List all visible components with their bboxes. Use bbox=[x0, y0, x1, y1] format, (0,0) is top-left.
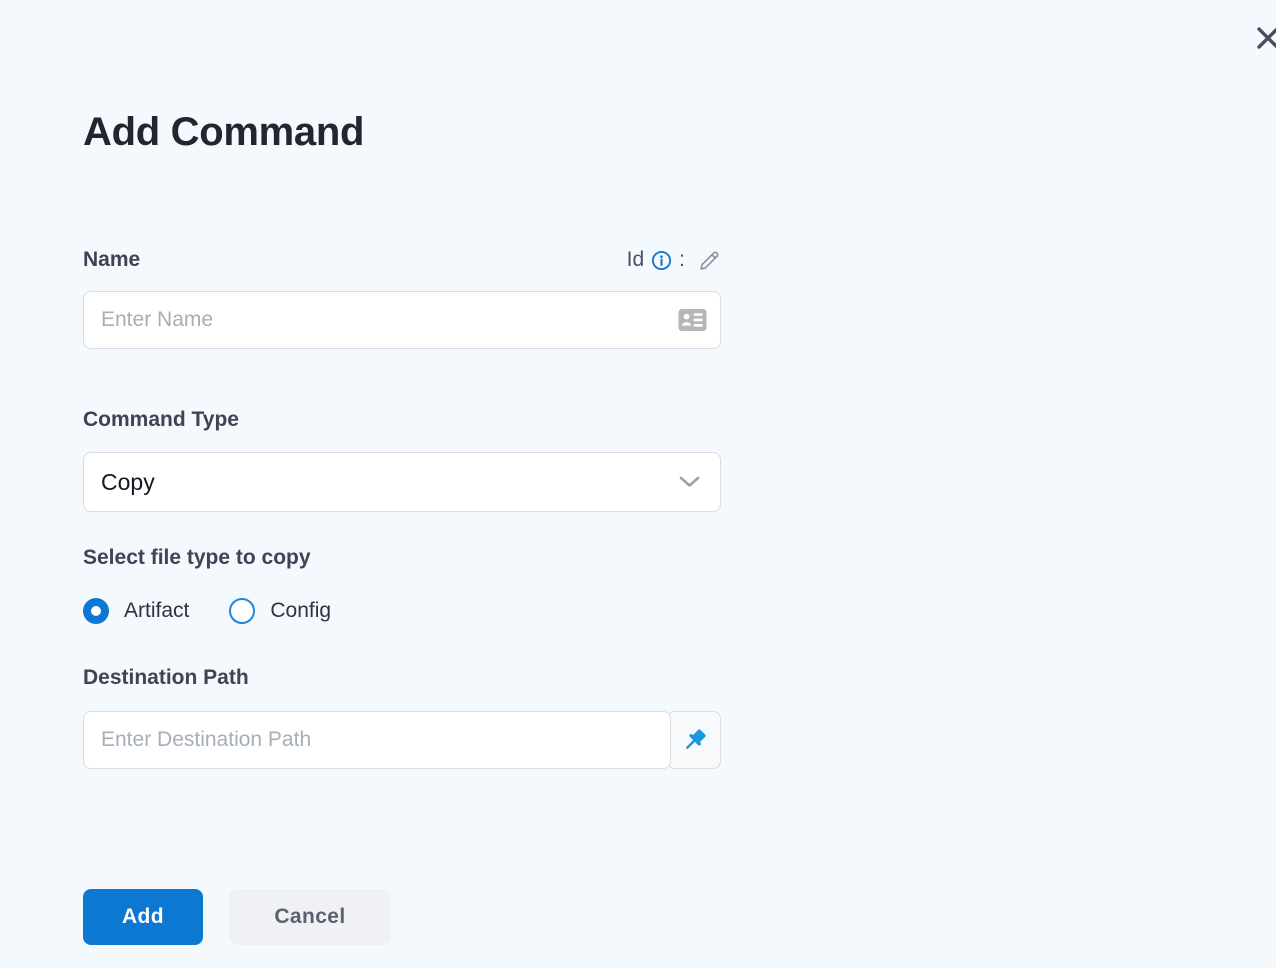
id-card-icon bbox=[678, 308, 707, 332]
radio-button-config[interactable] bbox=[229, 598, 256, 624]
cancel-button[interactable]: Cancel bbox=[229, 889, 391, 945]
radio-label-artifact: Artifact bbox=[124, 599, 190, 622]
add-button[interactable]: Add bbox=[83, 889, 203, 945]
radio-button-artifact[interactable] bbox=[83, 598, 109, 624]
name-input[interactable] bbox=[83, 291, 721, 349]
file-type-radio-group: Artifact Config bbox=[83, 594, 721, 628]
command-type-value: Copy bbox=[101, 468, 155, 495]
id-separator: : bbox=[679, 248, 685, 271]
edit-id-button[interactable] bbox=[698, 249, 721, 272]
file-type-label: Select file type to copy bbox=[83, 546, 311, 569]
radio-option-config[interactable]: Config bbox=[229, 598, 331, 624]
destination-path-input[interactable] bbox=[83, 711, 671, 769]
id-meta: Id : bbox=[627, 248, 721, 272]
close-button[interactable] bbox=[1250, 20, 1276, 56]
name-label-row: Name Id : bbox=[83, 246, 721, 274]
radio-label-config: Config bbox=[270, 599, 332, 622]
name-input-group bbox=[83, 291, 721, 349]
close-icon bbox=[1252, 22, 1276, 54]
chevron-down-icon bbox=[679, 476, 700, 488]
name-label: Name bbox=[83, 248, 141, 271]
action-buttons: Add Cancel bbox=[83, 889, 721, 945]
page-title: Add Command bbox=[83, 110, 365, 154]
add-command-drawer: { "modal": { "title": "Add Command" }, "… bbox=[0, 0, 1276, 968]
command-type-label: Command Type bbox=[83, 408, 239, 431]
edit-pencil-icon bbox=[698, 249, 721, 272]
destination-path-group bbox=[83, 711, 721, 769]
destination-path-label: Destination Path bbox=[83, 666, 249, 689]
command-type-select[interactable]: Copy bbox=[83, 452, 721, 512]
id-label: Id bbox=[626, 248, 645, 271]
radio-option-artifact[interactable]: Artifact bbox=[83, 598, 189, 624]
info-circle-icon[interactable] bbox=[651, 250, 672, 271]
pin-path-button[interactable] bbox=[667, 711, 721, 769]
pushpin-icon bbox=[681, 727, 708, 754]
